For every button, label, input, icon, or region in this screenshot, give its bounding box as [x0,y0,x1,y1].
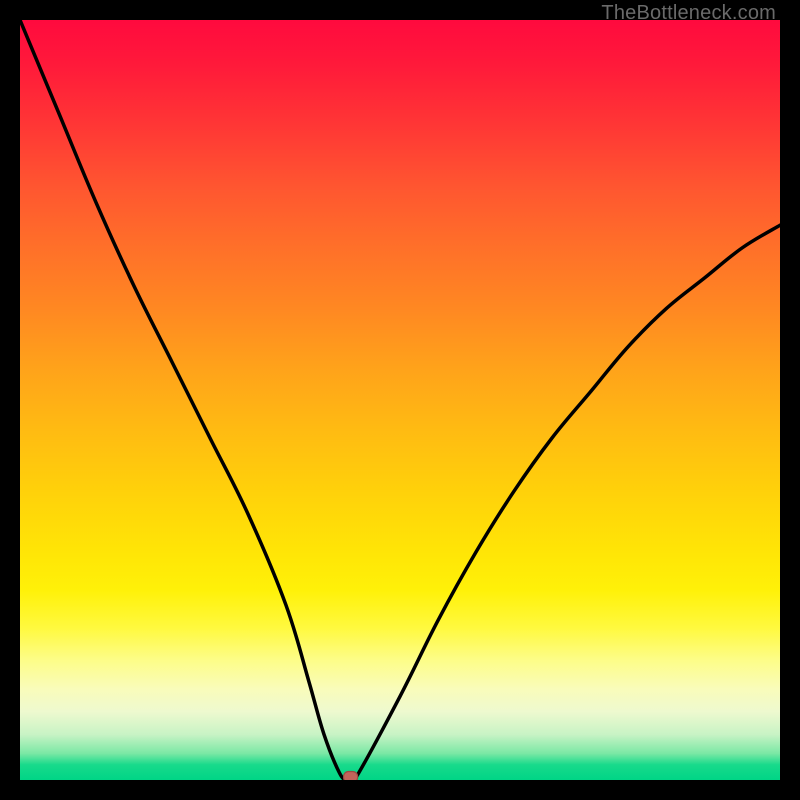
bottleneck-curve-path [20,20,780,780]
plot-area [20,20,780,780]
chart-frame: TheBottleneck.com [0,0,800,800]
curve-svg [20,20,780,780]
curve-minimum-marker [344,772,358,781]
